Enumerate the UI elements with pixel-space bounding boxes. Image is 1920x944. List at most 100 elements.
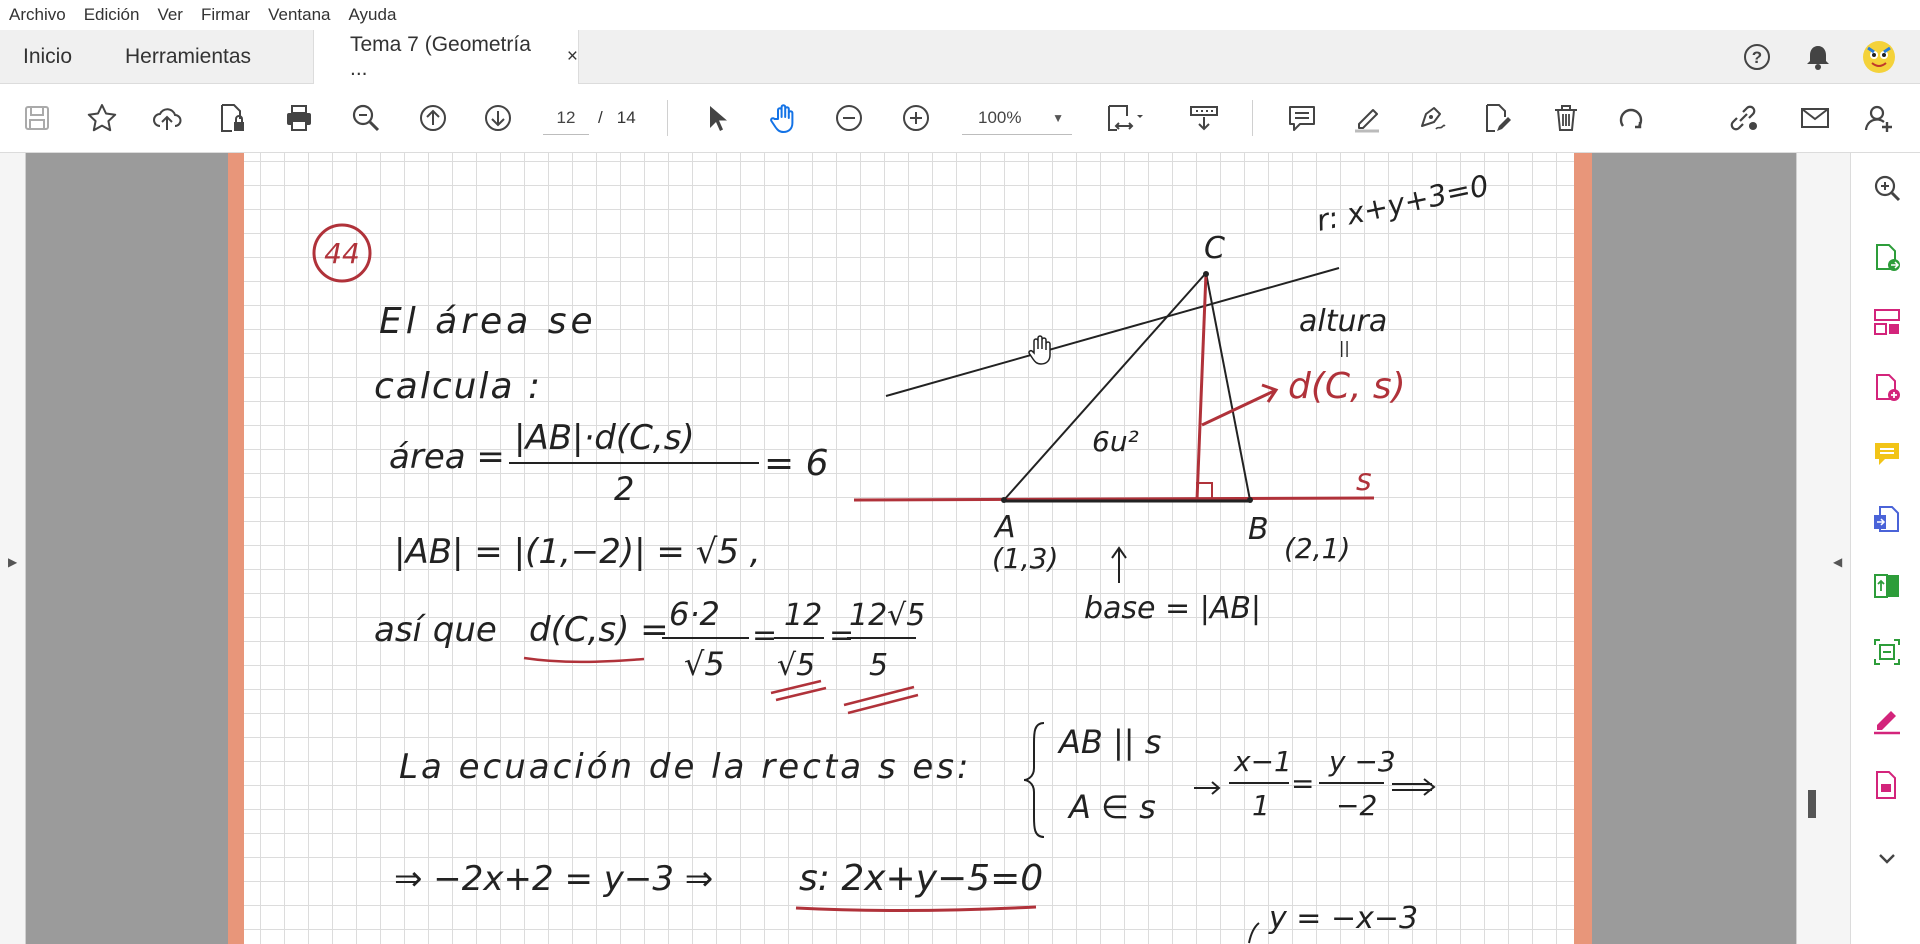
menu-ver[interactable]: Ver [148,5,192,25]
comment-tool-icon[interactable] [1870,437,1904,471]
rotate-icon[interactable] [1612,99,1650,137]
menu-archivo[interactable]: Archivo [0,5,75,25]
text-ecuacion-recta: La ecuación de la recta s es: [399,747,971,787]
label-area: 6u² [1092,425,1139,458]
fraction-3-numerator: 12√5 [849,598,925,633]
sign-icon[interactable] [1413,99,1451,137]
text-el-area: El área se [379,301,597,342]
result-derivation: ⇒ −2x+2 = y−3 ⇒ [394,859,713,899]
bottom-equation: y = −x−3 [1268,901,1418,936]
toolbar-divider [1252,100,1253,136]
menu-ventana[interactable]: Ventana [259,5,339,25]
combine-files-icon[interactable] [1870,503,1904,537]
scroll-mode-icon[interactable] [1185,99,1223,137]
tab-document[interactable]: Tema 7 (Geometría ... × [313,30,579,84]
zoom-select[interactable]: 100% ▼ [962,102,1072,135]
toolbar: 12 / 14 100% ▼ [0,84,1920,153]
menu-bar: Archivo Edición Ver Firmar Ventana Ayuda [0,0,1920,30]
label-vertex-b: B [1248,512,1269,547]
chevron-right-icon: ▶ [8,555,18,569]
scan-icon[interactable] [1870,635,1904,669]
fraction-2-denominator: √5 [777,648,815,683]
label-coord-b: (2,1) [1284,532,1350,565]
compress-icon[interactable] [1870,569,1904,603]
fit-page-icon[interactable] [1101,99,1149,137]
label-distance: d(C, s) [1288,366,1406,407]
tab-inicio[interactable]: Inicio [23,30,72,83]
toolbar-divider [667,100,668,136]
more-tools-icon[interactable] [1870,843,1904,877]
page-separator: / [598,108,603,127]
handwritten-notes: 44 r: x+y+3=0 C s A (1,3) B (2,1) 6u² al… [312,168,1492,944]
text-calcula: calcula : [374,366,542,407]
page-up-icon[interactable] [414,99,452,137]
add-user-icon[interactable] [1860,99,1898,137]
page-total-value: 14 [616,108,636,127]
lock-file-icon[interactable] [213,99,251,137]
label-line-s: s [1356,463,1372,498]
bell-icon[interactable] [1801,40,1835,74]
left-panel-toggle[interactable]: ▶ [0,153,26,944]
fraction-2-numerator: 12 [784,598,822,633]
result-equation: s: 2x+y−5=0 [799,858,1043,899]
star-icon[interactable] [83,99,121,137]
label-line-r: r: x+y+3=0 [1313,168,1491,238]
export-pdf-icon[interactable] [1870,241,1904,275]
help-icon[interactable]: ? [1740,40,1774,74]
label-altura: altura [1299,304,1387,339]
chevron-left-icon: ◀ [1833,555,1843,569]
page-number-input[interactable]: 12 [543,102,589,135]
label-vertex-a: A [993,510,1016,545]
tab-document-label: Tema 7 (Geometría ... [350,33,531,80]
organize-pages-icon[interactable] [1870,305,1904,339]
upload-cloud-icon[interactable] [148,99,186,137]
search-zoom-icon[interactable] [1870,171,1904,205]
zoom-in-icon[interactable] [897,99,935,137]
label-coord-a: (1,3) [992,542,1058,575]
zoom-out-icon[interactable] [830,99,868,137]
text-asi-que: así que [374,610,497,650]
label-equals-mark: || [1339,338,1350,357]
svg-text:?: ? [1752,48,1762,67]
document-viewport[interactable]: ▶ 44 r: x+y+3=0 C s A (1,3) B (2,1) 6u² … [0,153,1851,944]
continuous-eq-num-1: x−1 [1233,745,1292,778]
right-panel-toggle[interactable]: ◀ [1796,153,1851,944]
fraction-3-denominator: 5 [869,648,888,683]
scrollbar-thumb[interactable] [1808,790,1816,818]
label-vertex-c: C [1204,231,1225,266]
condition-belongs: A ∈ s [1067,788,1156,826]
hand-icon[interactable] [765,99,803,137]
fill-sign-icon[interactable] [1870,703,1904,737]
pdf-page: 44 r: x+y+3=0 C s A (1,3) B (2,1) 6u² al… [228,153,1592,944]
svg-text:=: = [752,618,777,653]
exercise-number: 44 [324,237,360,270]
edit-pdf-icon[interactable] [1870,768,1904,802]
tools-panel [1850,153,1920,944]
page-content: 44 r: x+y+3=0 C s A (1,3) B (2,1) 6u² al… [244,153,1574,944]
menu-ayuda[interactable]: Ayuda [340,5,406,25]
zoom-value: 100% [978,108,1022,127]
avatar[interactable] [1862,40,1896,74]
tab-herramientas[interactable]: Herramientas [125,30,251,83]
create-pdf-icon[interactable] [1870,371,1904,405]
tab-bar: Inicio Herramientas Tema 7 (Geometría ..… [0,30,1920,84]
label-base: base = |AB| [1084,591,1261,626]
link-icon[interactable] [1724,99,1762,137]
edit-file-icon[interactable] [1478,99,1516,137]
svg-text:=: = [1291,767,1314,800]
fraction-1-denominator: √5 [684,645,725,683]
comment-icon[interactable] [1283,99,1321,137]
page-down-icon[interactable] [479,99,517,137]
delete-icon[interactable] [1547,99,1585,137]
tab-close-icon[interactable]: × [567,46,578,68]
formula-area-rhs: = 6 [764,443,829,484]
menu-firmar[interactable]: Firmar [192,5,259,25]
formula-area-numerator: |AB|·d(C,s) [514,418,695,458]
menu-edicion[interactable]: Edición [75,5,149,25]
save-icon[interactable] [18,99,56,137]
highlight-icon[interactable] [1348,99,1386,137]
zoom-search-icon[interactable] [347,99,385,137]
email-icon[interactable] [1796,99,1834,137]
print-icon[interactable] [280,99,318,137]
pointer-icon[interactable] [698,99,736,137]
